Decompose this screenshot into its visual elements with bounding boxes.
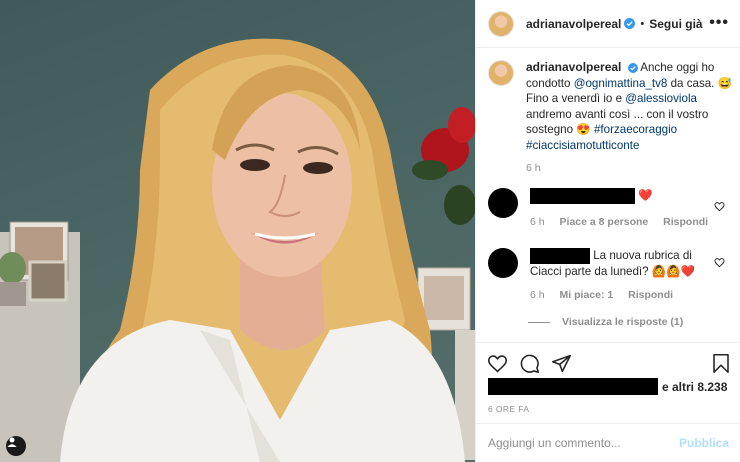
- caption-text-3: Fino a venerdì io e: [526, 92, 623, 105]
- post-timestamp[interactable]: 6 ORE FA: [488, 404, 529, 414]
- heart-icon[interactable]: [487, 353, 508, 374]
- post-header: adrianavolpereal • Segui già •••: [476, 0, 740, 48]
- photo-illustration: [0, 38, 475, 462]
- comment-input[interactable]: [488, 436, 679, 450]
- hashtag-link[interactable]: #ciaccisiamotutticonte: [526, 139, 639, 152]
- mention-link[interactable]: @ognimattina_tv8: [574, 77, 668, 90]
- user-icon: [7, 437, 17, 447]
- separator-dot: •: [640, 17, 645, 30]
- following-button[interactable]: Segui già: [649, 17, 702, 31]
- more-horizontal-icon[interactable]: •••: [709, 14, 729, 32]
- verified-badge-icon: [627, 62, 638, 73]
- author-avatar[interactable]: [488, 10, 514, 37]
- comment-item: La nuova rubrica di Ciacci parte da lune…: [488, 248, 733, 301]
- post-caption: adrianavolpereal Anche oggi ho condotto …: [488, 60, 733, 174]
- bookmark-icon[interactable]: [712, 353, 730, 374]
- comment-time[interactable]: 6 h: [530, 289, 545, 301]
- caption-text-2: da casa.: [670, 76, 715, 90]
- comment-time[interactable]: 6 h: [530, 216, 545, 228]
- publish-button[interactable]: Pubblica: [679, 436, 729, 450]
- comment-meta: 6 h Mi piace: 1 Rispondi: [530, 289, 710, 301]
- comment-emojis: 🙆🙆❤️: [651, 265, 696, 278]
- caption-avatar[interactable]: [488, 60, 514, 86]
- likes-count: e altri 8.238: [662, 379, 728, 394]
- commenter-avatar[interactable]: [488, 248, 518, 278]
- heart-outline-icon[interactable]: [714, 201, 725, 212]
- comment-text: La nuova rubrica di Ciacci parte da lune…: [530, 248, 710, 279]
- action-bar: [476, 342, 740, 382]
- comment-likes[interactable]: Piace a 8 persone: [560, 216, 649, 228]
- emoji-heart-eyes: 😍: [576, 123, 591, 136]
- caption-username[interactable]: adrianavolpereal: [526, 60, 621, 74]
- redacted-liker: [488, 378, 658, 395]
- caption-time[interactable]: 6 h: [526, 162, 736, 174]
- emoji-sweat-smile: 😅: [717, 76, 733, 90]
- heart-outline-icon[interactable]: [714, 257, 725, 268]
- comment-composer: Pubblica: [476, 423, 740, 462]
- hashtag-link[interactable]: #forzaecoraggio: [594, 123, 677, 136]
- comment-meta: 6 h Piace a 8 persone Rispondi: [530, 216, 720, 228]
- mention-link[interactable]: @alessioviola: [625, 92, 697, 105]
- likes-summary[interactable]: e altri 8.238: [488, 378, 727, 395]
- comment-body: ❤️: [638, 189, 653, 203]
- redacted-username: [530, 188, 635, 204]
- comment-likes[interactable]: Mi piace: 1: [560, 289, 614, 301]
- view-replies-button[interactable]: Visualizza le risposte (1): [528, 316, 683, 328]
- reply-button[interactable]: Rispondi: [628, 289, 673, 301]
- reply-button[interactable]: Rispondi: [663, 216, 708, 228]
- author-username[interactable]: adrianavolpereal: [526, 17, 621, 31]
- comment-text: ❤️: [530, 188, 710, 204]
- view-replies-label: Visualizza le risposte (1): [562, 316, 684, 328]
- post-details-panel: adrianavolpereal • Segui già ••• adriana…: [475, 0, 740, 462]
- replies-divider: [528, 321, 550, 323]
- caption-text: adrianavolpereal Anche oggi ho condotto …: [526, 60, 736, 153]
- verified-badge-icon: [624, 18, 636, 29]
- share-icon[interactable]: [551, 353, 572, 374]
- comment-item: ❤️ 6 h Piace a 8 persone Rispondi: [488, 188, 733, 228]
- redacted-username: [530, 248, 590, 264]
- tag-people-button[interactable]: [6, 436, 26, 456]
- post-photo[interactable]: [0, 0, 475, 462]
- comment-icon[interactable]: [519, 353, 540, 374]
- commenter-avatar[interactable]: [488, 188, 518, 218]
